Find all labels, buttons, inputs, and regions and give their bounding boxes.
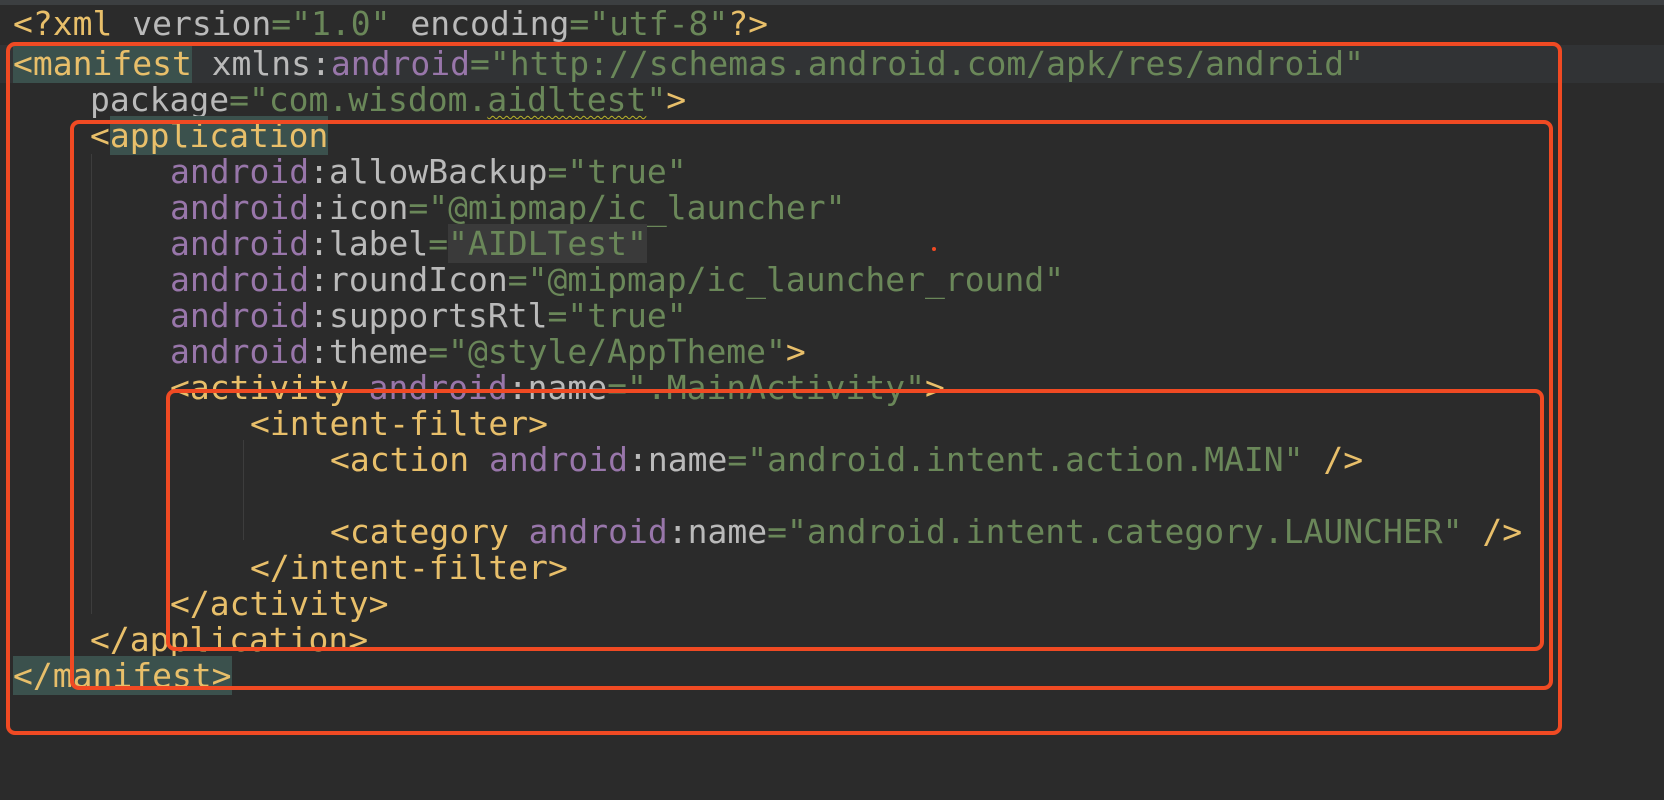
code-line-xml-declaration: <?xml version="1.0" encoding="utf-8"?> [13, 5, 768, 43]
value-encoding: ="utf-8" [569, 4, 729, 43]
attr-version: version [112, 4, 272, 43]
code-editor[interactable]: <?xml version="1.0" encoding="utf-8"?> <… [0, 0, 1664, 800]
xml-declaration-close: ?> [728, 4, 769, 43]
xml-declaration-open: <?xml [13, 4, 113, 43]
activity-highlight-box [166, 389, 1544, 651]
attr-encoding: encoding [390, 4, 570, 43]
annotation-dot [932, 247, 936, 251]
value-version: ="1.0" [271, 4, 391, 43]
